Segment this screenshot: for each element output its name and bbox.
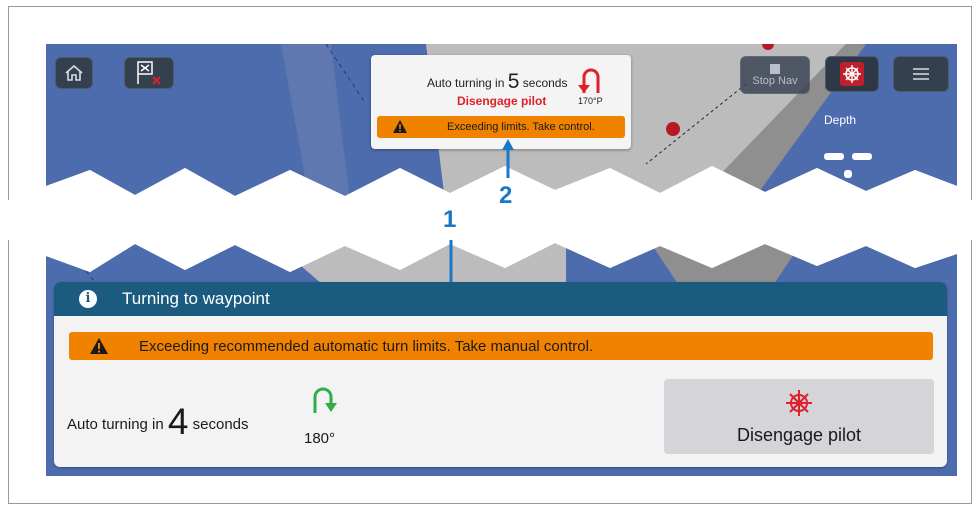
- dialog-auto-prefix: Auto turning in: [67, 416, 164, 433]
- disengage-pilot-label: Disengage pilot: [736, 425, 862, 445]
- callout-1: 1: [443, 206, 457, 233]
- dialog-warning-bar: Exceeding recommended automatic turn lim…: [69, 332, 933, 360]
- callout-2: 2: [499, 182, 513, 209]
- turning-to-waypoint-dialog: i Turning to waypoint Exceeding recommen…: [54, 282, 947, 467]
- dialog-auto-suffix: seconds: [192, 416, 249, 433]
- dialog-header: i Turning to waypoint: [54, 282, 947, 316]
- warning-icon: [90, 338, 108, 354]
- info-icon: i: [79, 290, 97, 308]
- dialog-countdown: 4: [167, 401, 189, 442]
- dialog-auto-turn-text: Auto turning in 4 seconds: [67, 396, 249, 442]
- u-turn-starboard-icon: [313, 387, 337, 413]
- dialog-heading: 180°: [304, 430, 336, 447]
- disengage-pilot-button[interactable]: Disengage pilot: [664, 379, 934, 454]
- helm-disengage-icon: [786, 390, 812, 416]
- dialog-title: Turning to waypoint: [122, 289, 270, 308]
- dialog-warning-text: Exceeding recommended automatic turn lim…: [139, 338, 594, 355]
